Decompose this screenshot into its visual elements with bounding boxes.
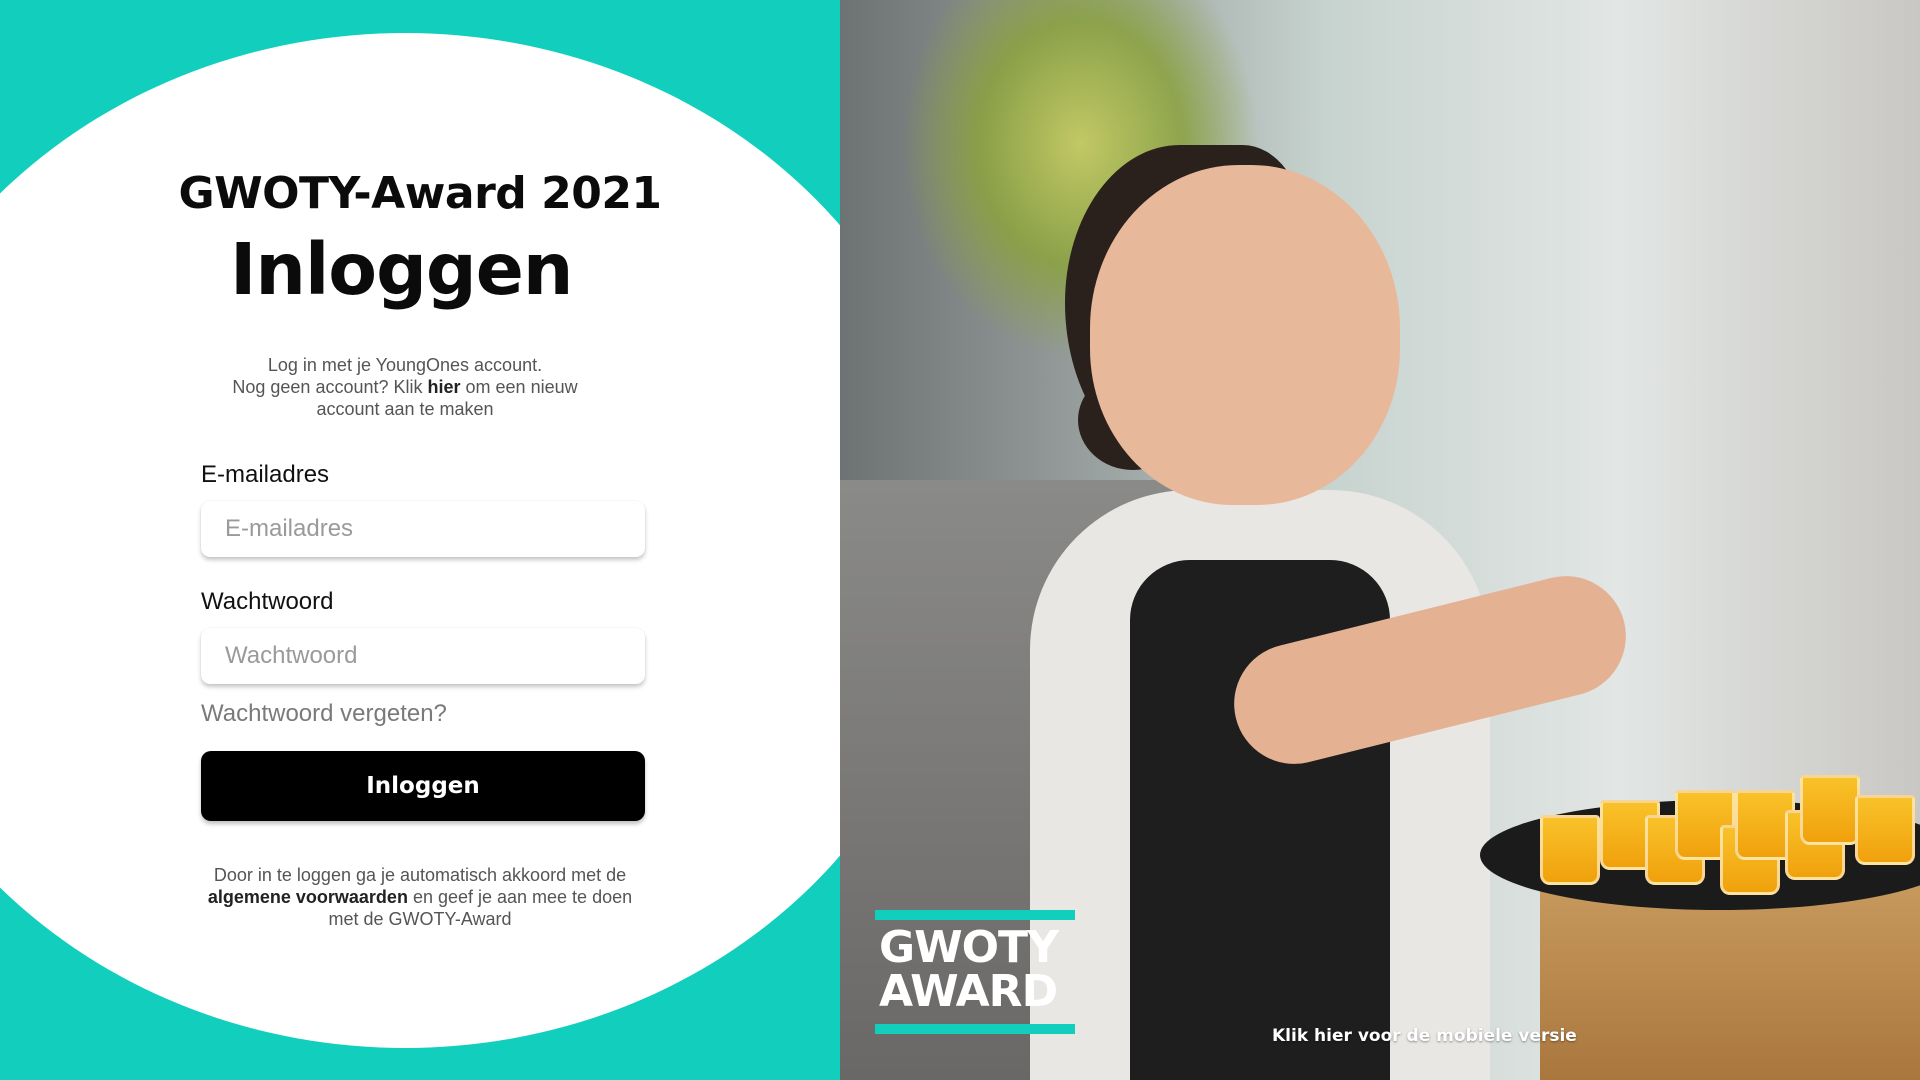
- login-button[interactable]: Inloggen: [201, 751, 645, 821]
- mobile-version-link[interactable]: Klik hier voor de mobiele versie: [1272, 1026, 1577, 1046]
- page-title: Inloggen: [230, 228, 573, 311]
- juice-cup: [1540, 815, 1600, 885]
- person-face: [1090, 165, 1400, 505]
- register-link[interactable]: hier: [428, 377, 461, 397]
- juice-cup: [1855, 795, 1915, 865]
- password-label: Wachtwoord: [201, 588, 334, 615]
- intro-line-1: Log in met je YoungOnes account.: [267, 355, 543, 375]
- email-label: E-mailadres: [201, 461, 330, 488]
- terms-before: Door in te loggen ga je automatisch akko…: [213, 865, 627, 885]
- award-title: GWOTY-Award 2021: [178, 168, 662, 219]
- intro-line-2-after: om een nieuw: [460, 377, 578, 397]
- intro-line-2-before: Nog geen account? Klik: [232, 377, 428, 397]
- terms-link[interactable]: algemene voorwaarden: [208, 887, 408, 907]
- intro-line-2: Nog geen account? Klik hier om een nieuw: [190, 376, 620, 398]
- juice-cup: [1800, 775, 1860, 845]
- logo-line-1: GWOTY: [879, 922, 1059, 973]
- gwoty-award-logo: GWOTY AWARD: [875, 910, 1075, 1034]
- intro-line-3: account aan te maken: [316, 399, 494, 419]
- email-field[interactable]: [201, 501, 645, 557]
- intro-text: Log in met je YoungOnes account. Nog gee…: [190, 354, 620, 420]
- password-field[interactable]: [201, 628, 645, 684]
- login-panel: GWOTY-Award 2021 Inloggen Log in met je …: [0, 0, 840, 1080]
- photo-table: [1540, 880, 1920, 1080]
- hero-photo: GWOTY AWARD Klik hier voor de mobiele ve…: [840, 0, 1920, 1080]
- terms-text: Door in te loggen ga je automatisch akko…: [200, 864, 640, 930]
- logo-line-2: AWARD: [879, 966, 1058, 1017]
- forgot-password-link[interactable]: Wachtwoord vergeten?: [201, 700, 447, 728]
- page: GWOTY-Award 2021 Inloggen Log in met je …: [0, 0, 1920, 1080]
